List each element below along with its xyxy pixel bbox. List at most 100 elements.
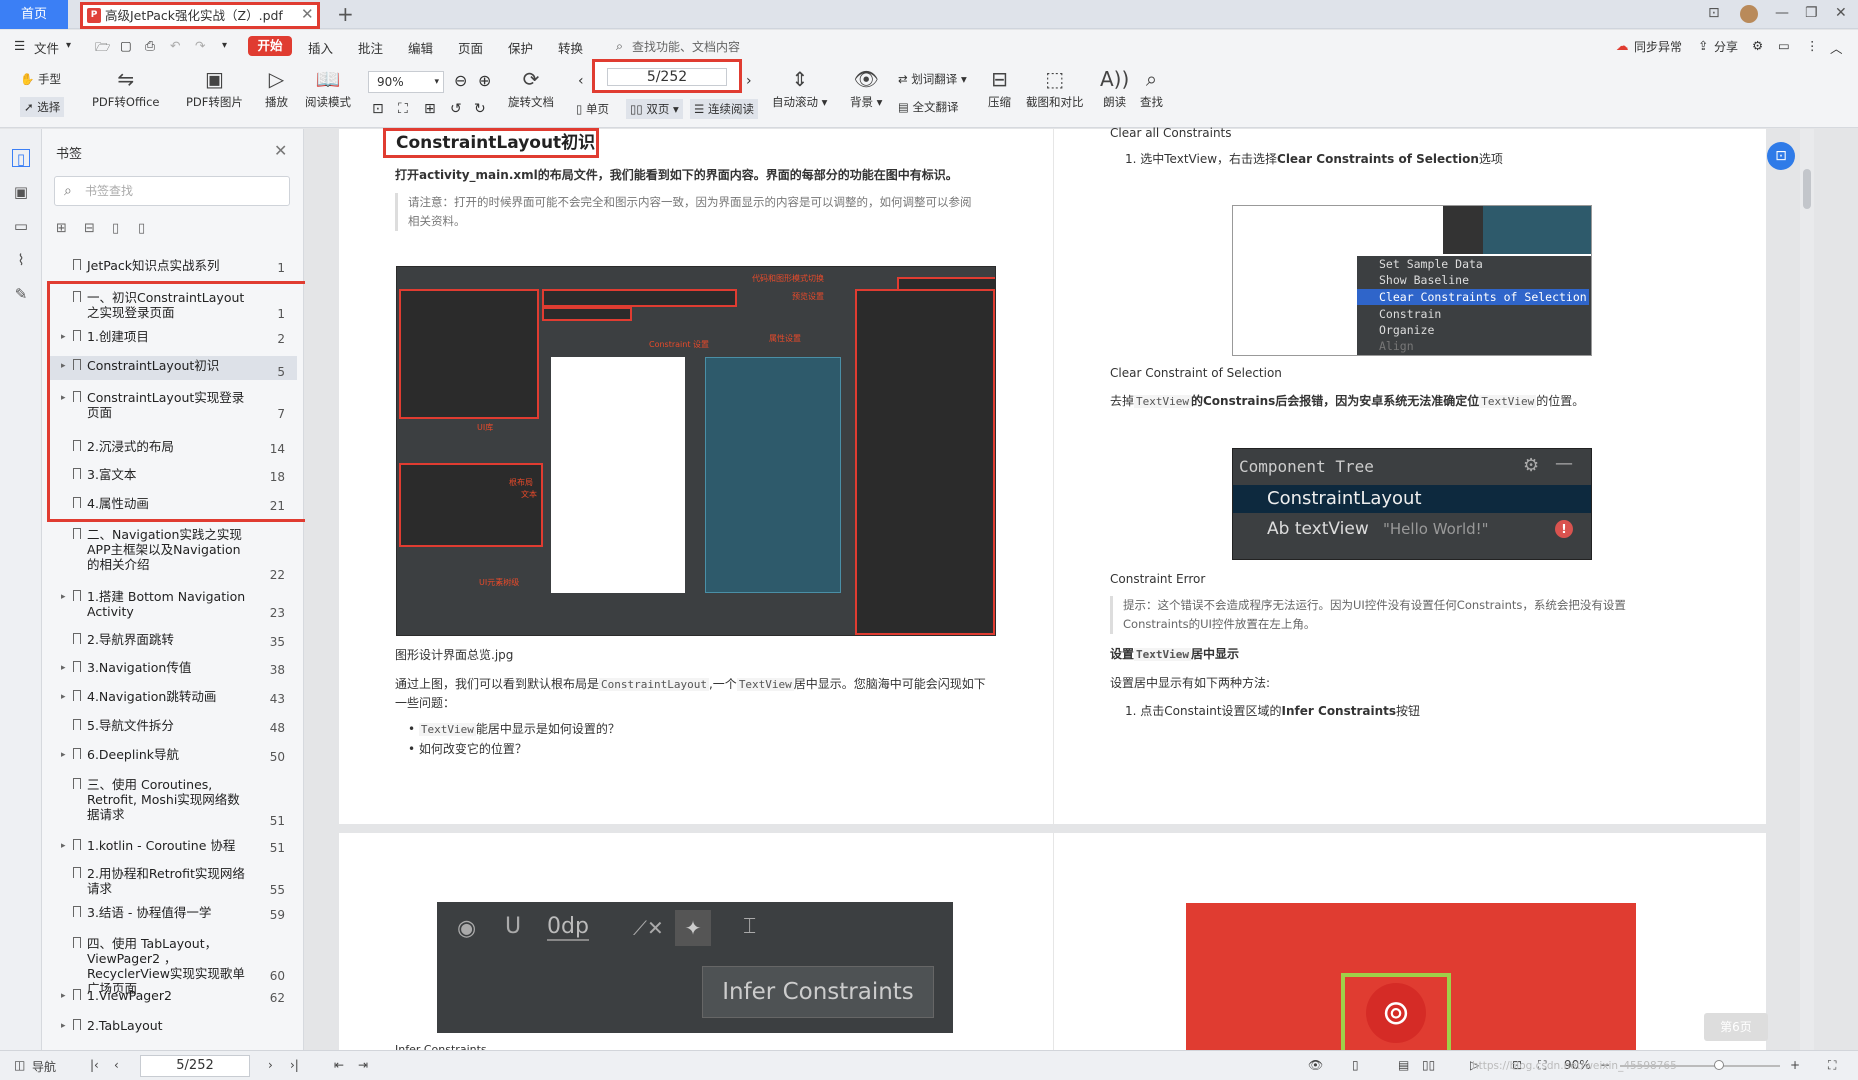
- zoom-in-icon[interactable]: ⊕: [478, 71, 491, 90]
- play-button[interactable]: ▷ 播放: [265, 67, 288, 110]
- collapse-ribbon-icon[interactable]: ︿: [1830, 38, 1843, 57]
- bookmark-item[interactable]: ▸ 3.Navigation传值 38: [47, 658, 297, 678]
- fit-width-icon[interactable]: ⊞: [424, 101, 436, 117]
- fit-page-icon[interactable]: ⛶: [398, 101, 408, 117]
- read-aloud-button[interactable]: A)) 朗读: [1100, 67, 1129, 110]
- expand-arrow-icon[interactable]: ▸: [61, 748, 66, 763]
- add-bookmark-icon[interactable]: ⊞: [56, 221, 67, 236]
- expand-arrow-icon[interactable]: ▸: [61, 661, 66, 676]
- hand-tool[interactable]: ✋ 手型: [20, 71, 61, 87]
- bookmark-item[interactable]: ▸ 1.搭建 Bottom Navigation Activity 23: [47, 587, 297, 621]
- page-view-icon[interactable]: ▤: [1398, 1058, 1409, 1072]
- zoom-plus-icon[interactable]: +: [1790, 1058, 1800, 1072]
- forward-icon[interactable]: ⇥: [358, 1058, 368, 1072]
- bookmark-item[interactable]: 三、使用 Coroutines, Retrofit, Moshi实现网络数据请求…: [47, 775, 297, 829]
- comment-icon[interactable]: ▭: [12, 217, 30, 235]
- zoom-select[interactable]: 90% ▾: [368, 71, 444, 93]
- expand-arrow-icon[interactable]: ▸: [61, 590, 66, 605]
- bookmark-item[interactable]: 5.导航文件拆分 48: [47, 716, 297, 736]
- read-mode-button[interactable]: 📖 阅读模式: [305, 67, 351, 110]
- bookmark-panel-icon[interactable]: ▯: [12, 149, 30, 168]
- settings-icon[interactable]: ⚙: [1752, 38, 1763, 53]
- bookmark-item[interactable]: ▸ 6.Deeplink导航 50: [47, 745, 297, 765]
- word-translate-button[interactable]: ⇄ 划词翻译 ▾: [898, 71, 967, 87]
- more-icon[interactable]: ⋮: [1806, 38, 1819, 53]
- rotate-right-icon[interactable]: ↻: [474, 101, 486, 117]
- pdf-to-image-button[interactable]: ▣ PDF转图片: [186, 67, 243, 110]
- bookmark-outline-icon[interactable]: ▯: [138, 221, 145, 236]
- expand-arrow-icon[interactable]: ▸: [61, 839, 66, 854]
- bookmark-item[interactable]: ▸ 2.TabLayout: [47, 1016, 297, 1036]
- double-view-icon[interactable]: ▯▯: [1422, 1058, 1435, 1072]
- tab-document[interactable]: P 高级JetPack强化实战（Z）.pdf: [80, 2, 320, 29]
- open-icon[interactable]: 🗁: [95, 38, 111, 59]
- close-icon[interactable]: ✕: [274, 141, 287, 160]
- floating-tool-icon[interactable]: ⊡: [1767, 142, 1795, 170]
- page-number-input[interactable]: 5/252: [592, 59, 742, 93]
- restore-icon[interactable]: ❐: [1805, 5, 1818, 21]
- nav-panel-icon[interactable]: ◫: [14, 1058, 25, 1072]
- single-view-icon[interactable]: ▯: [1352, 1058, 1359, 1072]
- menu-start[interactable]: 开始: [248, 36, 292, 56]
- bookmark-search-input[interactable]: ⌕ 书签查找: [54, 176, 290, 206]
- double-page-button[interactable]: ▯▯ 双页 ▾: [626, 99, 683, 119]
- find-button[interactable]: ⌕ 查找: [1140, 67, 1163, 110]
- vertical-scrollbar[interactable]: [1800, 129, 1814, 1050]
- feature-search-input[interactable]: 查找功能、文档内容: [632, 38, 740, 55]
- delete-bookmark-icon[interactable]: ⊟: [84, 221, 95, 236]
- undo-icon[interactable]: ↶: [170, 38, 180, 53]
- scrollbar-thumb[interactable]: [1803, 169, 1811, 209]
- compress-button[interactable]: ⊟ 压缩: [988, 67, 1011, 110]
- menu-page[interactable]: 页面: [458, 38, 483, 57]
- bookmark-item[interactable]: ▸ 4.Navigation跳转动画 43: [47, 687, 297, 707]
- signature-icon[interactable]: ✎: [12, 285, 30, 303]
- first-page-icon[interactable]: |‹: [90, 1058, 99, 1072]
- hamburger-icon[interactable]: ☰: [14, 38, 25, 53]
- bookmark-item[interactable]: 四、使用 TabLayout，ViewPager2 ，RecyclerView实…: [47, 934, 297, 996]
- bookmark-item[interactable]: JetPack知识点实战系列 1: [47, 256, 297, 276]
- menu-edit[interactable]: 编辑: [408, 38, 433, 57]
- rotate-left-icon[interactable]: ↺: [450, 101, 462, 117]
- next-page-icon[interactable]: ›: [746, 73, 752, 89]
- share-button[interactable]: 分享: [1714, 38, 1738, 55]
- next-page-button[interactable]: 第6页: [1704, 1013, 1768, 1041]
- zoom-out-icon[interactable]: ⊖: [454, 71, 467, 90]
- actual-size-icon[interactable]: ⊡: [372, 101, 384, 117]
- next-page-icon[interactable]: ›: [268, 1058, 273, 1072]
- avatar[interactable]: [1740, 5, 1758, 23]
- new-tab-icon[interactable]: +: [337, 2, 354, 26]
- chevron-down-icon[interactable]: ▾: [66, 40, 71, 51]
- eye-protect-icon[interactable]: 👁: [1308, 1058, 1323, 1072]
- menu-annotate[interactable]: 批注: [358, 38, 383, 57]
- fulltext-translate-button[interactable]: ▤ 全文翻译: [898, 99, 959, 115]
- autoscroll-button[interactable]: ⇕ 自动滚动 ▾: [772, 67, 827, 110]
- pdf-to-office-button[interactable]: ⇋ PDF转Office: [92, 67, 159, 110]
- save-icon[interactable]: ▢: [120, 38, 132, 53]
- prev-page-icon[interactable]: ‹: [114, 1058, 119, 1072]
- background-button[interactable]: 👁 背景 ▾: [850, 67, 882, 110]
- window-close-icon[interactable]: ✕: [1835, 5, 1847, 21]
- single-page-button[interactable]: ▯ 单页: [576, 101, 609, 117]
- attachment-icon[interactable]: ⌇: [12, 251, 30, 269]
- screenshot-compare-button[interactable]: ⬚ 截图和对比: [1026, 67, 1084, 110]
- minimize-icon[interactable]: —: [1775, 5, 1789, 21]
- bookmark-item[interactable]: 二、Navigation实践之实现APP主框架以及Navigation的相关介绍…: [47, 525, 297, 583]
- thumbnail-icon[interactable]: ▣: [12, 183, 30, 201]
- redo-icon[interactable]: ↷: [195, 38, 205, 53]
- layout-icon[interactable]: ⊡: [1708, 5, 1720, 21]
- last-page-icon[interactable]: ›|: [290, 1058, 299, 1072]
- tab-home[interactable]: 首页: [0, 0, 68, 29]
- nav-label[interactable]: 导航: [32, 1058, 56, 1075]
- bookmark-icon[interactable]: ▯: [112, 221, 119, 236]
- bookmark-item[interactable]: ▸ 1.ViewPager2 62: [47, 986, 297, 1006]
- expand-arrow-icon[interactable]: ▸: [61, 1019, 66, 1034]
- fullscreen-icon[interactable]: ⛶: [1828, 1058, 1836, 1073]
- expand-arrow-icon[interactable]: ▸: [61, 989, 66, 1004]
- rotate-doc-button[interactable]: ⟳ 旋转文档: [508, 67, 554, 110]
- continuous-read-button[interactable]: ☰ 连续阅读: [690, 99, 758, 119]
- quick-access-chevron-icon[interactable]: ▾: [222, 40, 227, 51]
- bookmark-item[interactable]: 3.结语 - 协程值得一学 59: [47, 903, 297, 923]
- bookmark-item[interactable]: 2.导航界面跳转 35: [47, 630, 297, 650]
- back-icon[interactable]: ⇤: [334, 1058, 344, 1072]
- prev-page-icon[interactable]: ‹: [578, 73, 584, 89]
